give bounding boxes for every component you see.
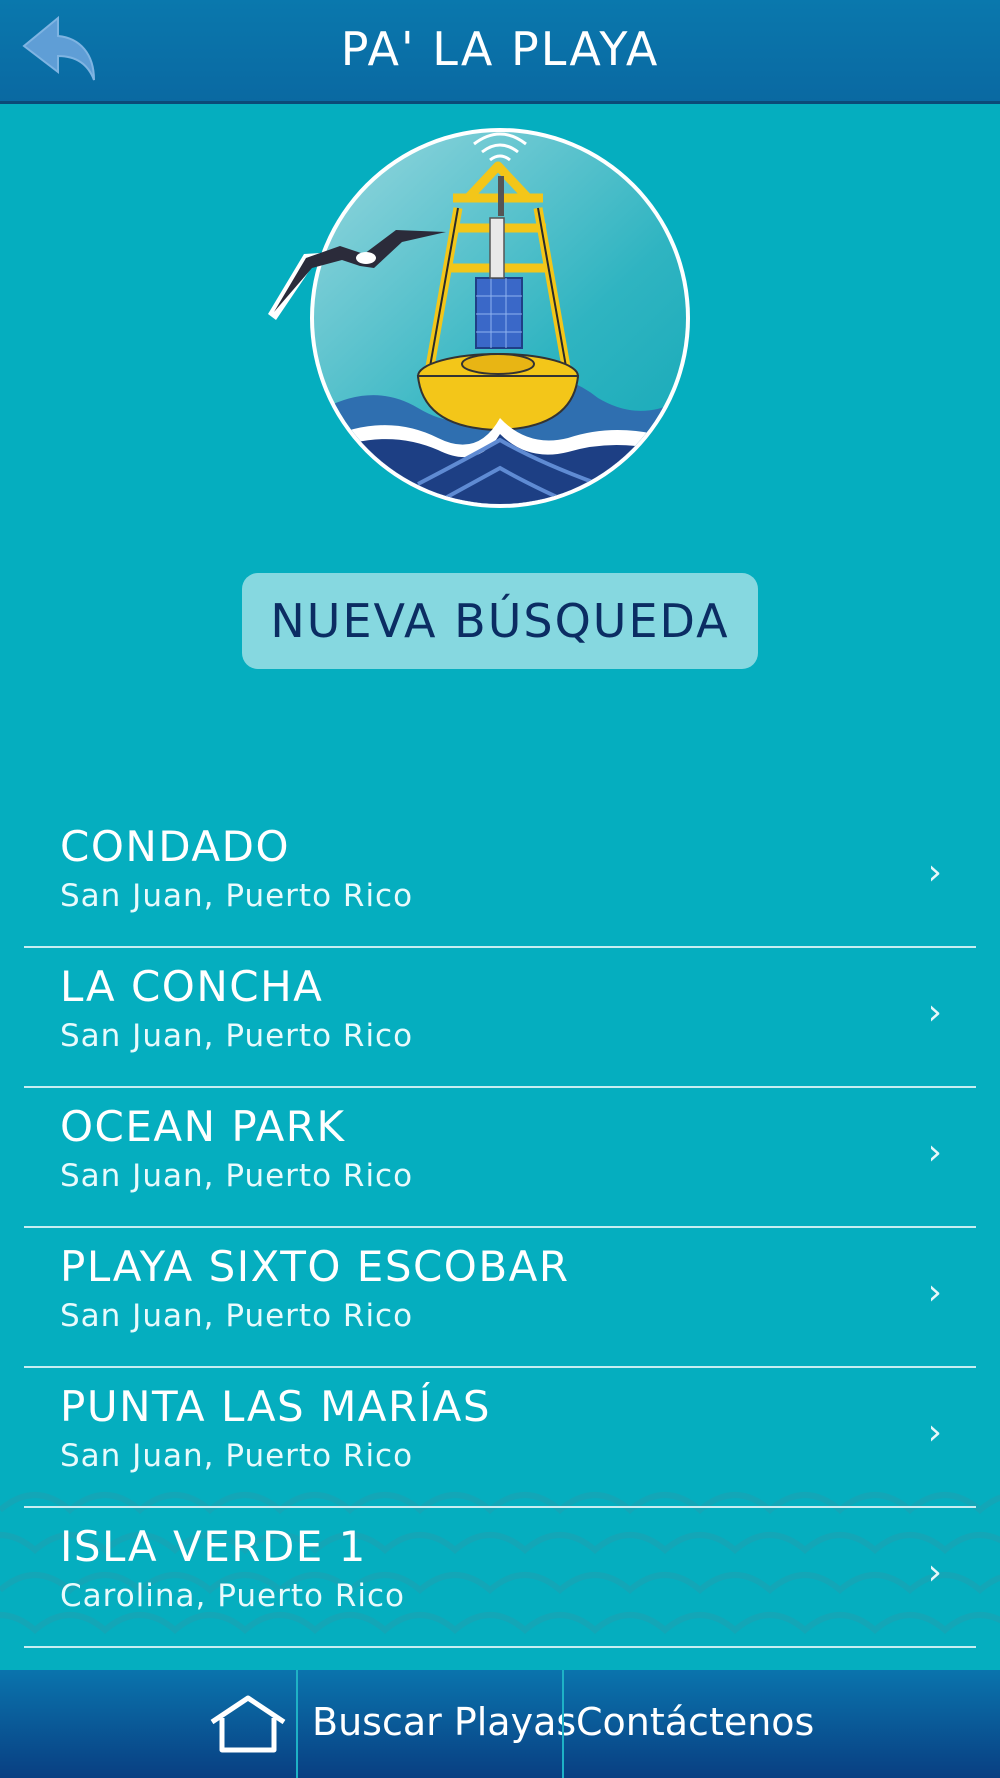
beach-name: ISLA VERDE 1: [60, 1522, 367, 1571]
new-search-button[interactable]: NUEVA BÚSQUEDA: [242, 573, 758, 669]
chevron-right-icon: ›: [927, 852, 942, 893]
list-item[interactable]: ISLA VERDE 1 Carolina, Puerto Rico ›: [24, 1508, 976, 1648]
beach-location: San Juan, Puerto Rico: [60, 878, 414, 914]
chevron-right-icon: ›: [927, 992, 942, 1033]
tab-contactenos[interactable]: Contáctenos: [576, 1700, 814, 1744]
list-item[interactable]: PLAYA SIXTO ESCOBAR San Juan, Puerto Ric…: [24, 1228, 976, 1368]
bottom-tab-bar: Buscar Playas Contáctenos: [0, 1670, 1000, 1778]
beach-name: PUNTA LAS MARÍAS: [60, 1382, 491, 1431]
list-item[interactable]: LA CONCHA San Juan, Puerto Rico ›: [24, 948, 976, 1088]
header-bar: PA' LA PLAYA: [0, 0, 1000, 104]
beach-location: San Juan, Puerto Rico: [60, 1158, 414, 1194]
chevron-right-icon: ›: [927, 1132, 942, 1173]
list-item[interactable]: OCEAN PARK San Juan, Puerto Rico ›: [24, 1088, 976, 1228]
beach-list: CONDADO San Juan, Puerto Rico › LA CONCH…: [24, 808, 976, 1648]
tab-divider: [562, 1670, 564, 1778]
home-icon: [210, 1695, 286, 1753]
beach-name: PLAYA SIXTO ESCOBAR: [60, 1242, 570, 1291]
tab-buscar-playas[interactable]: Buscar Playas: [312, 1700, 576, 1744]
buoy-logo: [268, 128, 698, 508]
beach-name: LA CONCHA: [60, 962, 324, 1011]
beach-location: San Juan, Puerto Rico: [60, 1298, 414, 1334]
tab-divider: [296, 1670, 298, 1778]
chevron-right-icon: ›: [927, 1272, 942, 1313]
list-item[interactable]: CONDADO San Juan, Puerto Rico ›: [24, 808, 976, 948]
beach-location: San Juan, Puerto Rico: [60, 1438, 414, 1474]
beach-name: CONDADO: [60, 822, 291, 871]
page-title: PA' LA PLAYA: [340, 22, 660, 76]
chevron-right-icon: ›: [927, 1412, 942, 1453]
beach-name: OCEAN PARK: [60, 1102, 346, 1151]
list-item[interactable]: PUNTA LAS MARÍAS San Juan, Puerto Rico ›: [24, 1368, 976, 1508]
tab-home[interactable]: [200, 1670, 296, 1778]
beach-location: Carolina, Puerto Rico: [60, 1578, 406, 1614]
beach-location: San Juan, Puerto Rico: [60, 1018, 414, 1054]
chevron-right-icon: ›: [927, 1552, 942, 1593]
